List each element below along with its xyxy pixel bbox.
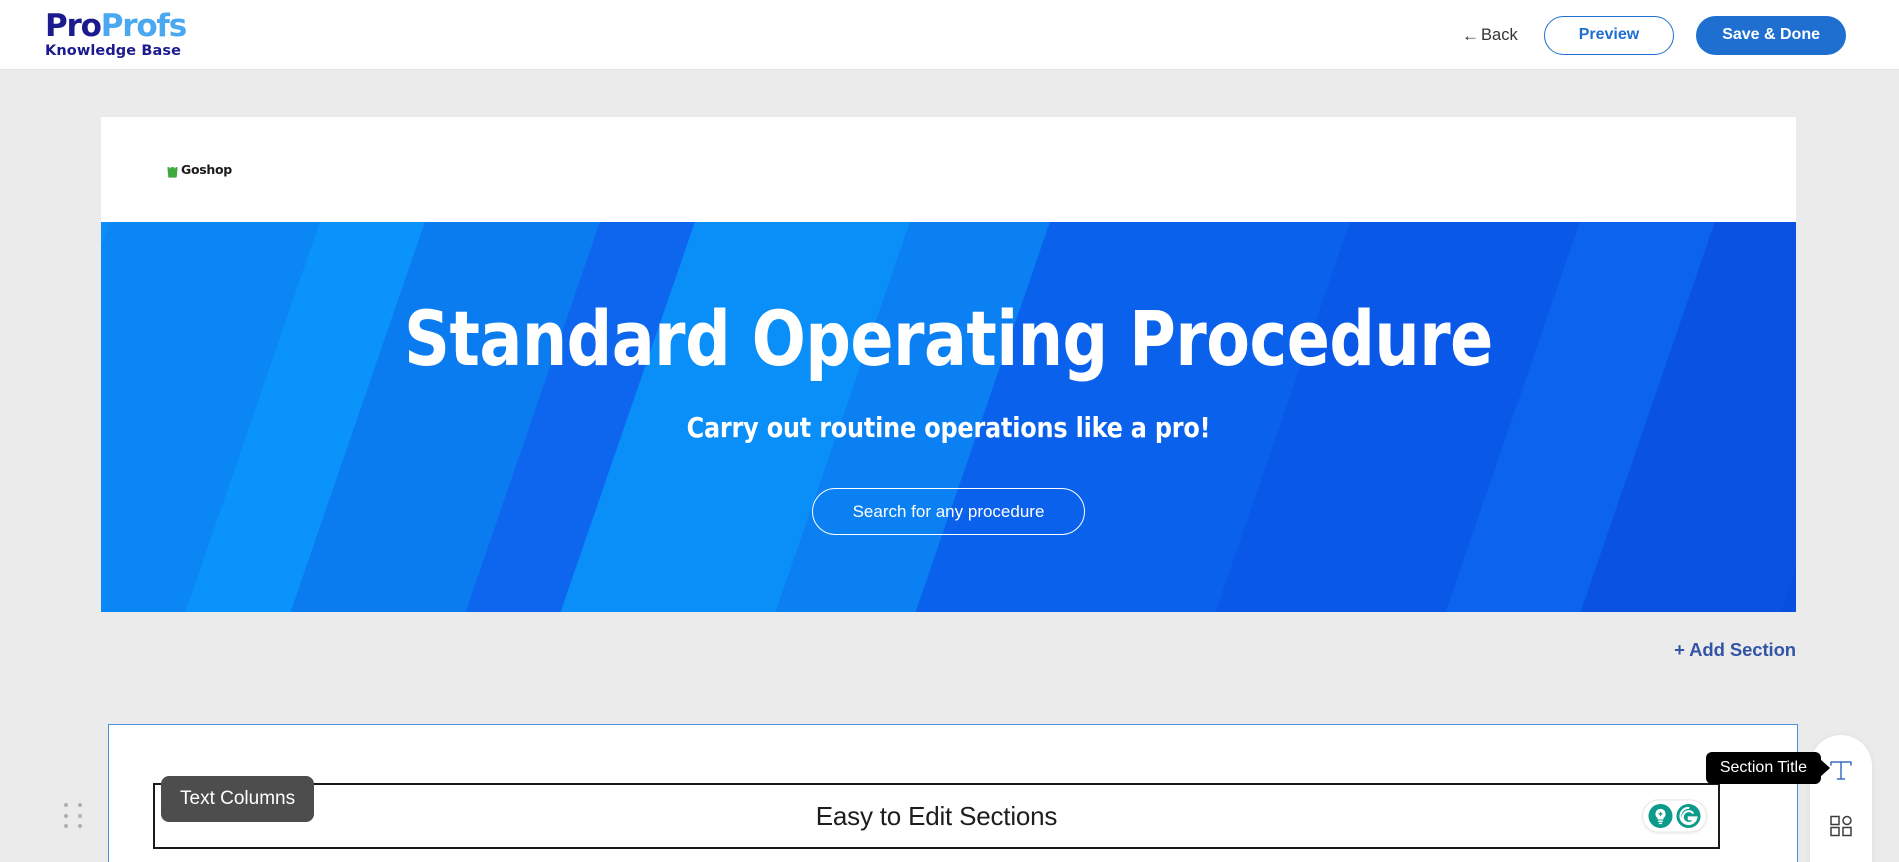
logo-subtitle: Knowledge Base <box>45 43 182 59</box>
grammarly-icon[interactable] <box>1676 803 1701 829</box>
back-arrow-icon: ← <box>1462 25 1480 45</box>
hero-title: Standard Operating Procedure <box>404 294 1493 384</box>
shopping-bag-icon <box>167 162 178 178</box>
back-button-label: Back <box>1481 25 1518 44</box>
app-header: ProProfs Knowledge Base ← Back Preview S… <box>0 0 1899 70</box>
layout-tool-button[interactable] <box>1824 809 1858 843</box>
text-T-icon <box>1830 761 1852 780</box>
logo-pro-text: Pro <box>45 8 102 44</box>
section-title-value: Easy to Edit Sections <box>815 800 1058 831</box>
section-title-tooltip: Section Title <box>1705 752 1821 784</box>
section-title-input[interactable]: Easy to Edit Sections <box>153 783 1720 849</box>
page-preview-card: Goshop Standard Operating Procedure Carr… <box>101 117 1796 612</box>
drag-dots-icon[interactable] <box>64 803 86 831</box>
save-and-done-button[interactable]: Save & Done <box>1696 15 1846 55</box>
section-block-text-columns[interactable]: Easy to Edit Sections <box>64 724 1798 862</box>
editor-canvas: Goshop Standard Operating Procedure Carr… <box>0 70 1899 862</box>
back-button[interactable]: ← Back <box>1458 20 1522 51</box>
writing-assistant-pill <box>1642 799 1707 833</box>
goshop-logo[interactable]: Goshop <box>165 162 232 178</box>
hero-content: Standard Operating Procedure Carry out r… <box>101 299 1796 535</box>
goshop-logo-text: Goshop <box>181 162 232 177</box>
lightbulb-idea-icon[interactable] <box>1648 803 1673 829</box>
grid-layout-icon <box>1830 815 1852 837</box>
add-section-row: + Add Section <box>1674 639 1796 661</box>
preview-button[interactable]: Preview <box>1543 15 1675 55</box>
header-actions: ← Back Preview Save & Done <box>1458 0 1846 70</box>
site-header: Goshop <box>101 117 1796 222</box>
logo-profs-text: Profs <box>100 8 187 44</box>
hero-subtitle: Carry out routine operations like a pro! <box>686 410 1211 444</box>
hero-search-button[interactable]: Search for any procedure <box>811 487 1086 535</box>
add-section-button[interactable]: + Add Section <box>1674 639 1796 661</box>
logo-wordmark: ProProfs <box>45 11 205 42</box>
text-columns-tooltip: Text Columns <box>161 776 315 822</box>
hero-banner: Standard Operating Procedure Carry out r… <box>101 222 1796 612</box>
proprofs-logo[interactable]: ProProfs Knowledge Base <box>45 11 205 59</box>
